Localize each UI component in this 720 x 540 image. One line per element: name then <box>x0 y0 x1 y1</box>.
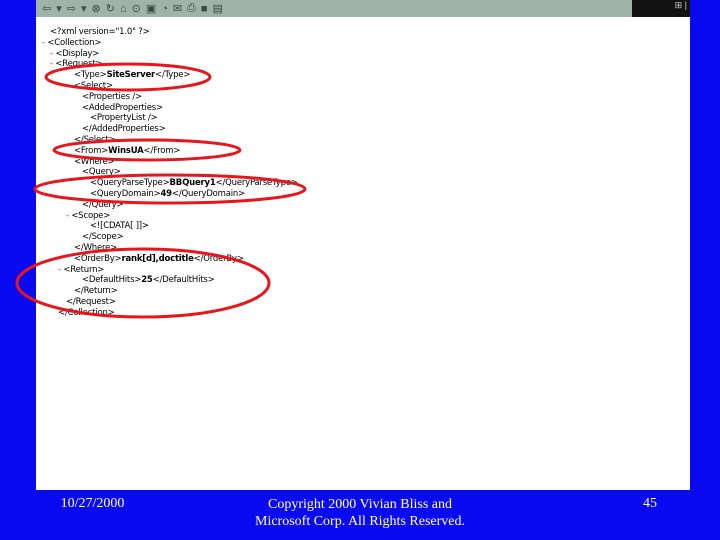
copyright-line-1: Copyright 2000 Vivian Bliss and <box>267 497 453 512</box>
highlight-annotations <box>15 62 307 319</box>
highlight-ellipse-type <box>44 62 212 92</box>
highlight-ellipse-query <box>33 173 307 205</box>
highlight-ellipse-from <box>52 138 242 162</box>
highlight-ellipse-return <box>15 247 271 319</box>
footer-copyright: Copyright 2000 Vivian Bliss and Microsof… <box>230 496 490 530</box>
copyright-line-2: Microsoft Corp. All Rights Reserved. <box>255 514 465 529</box>
page-number: 45 <box>643 496 657 511</box>
footer-date: 10/27/2000 <box>60 496 125 511</box>
